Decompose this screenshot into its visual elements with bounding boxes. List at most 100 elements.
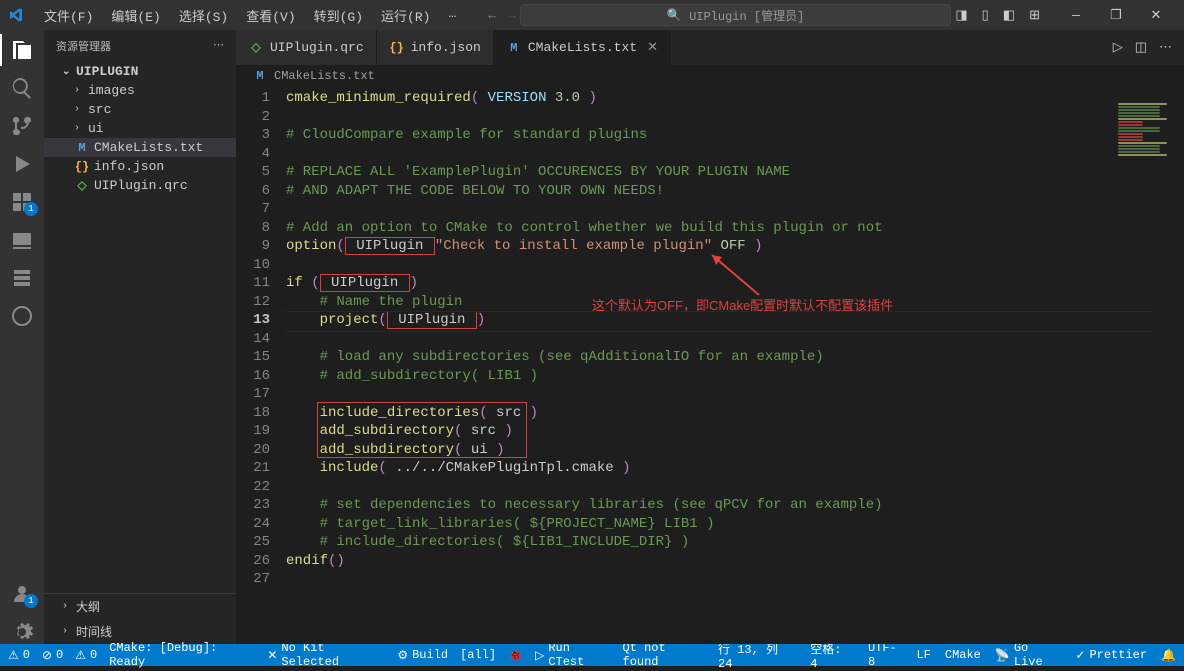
status-icon: ⚠ [75, 648, 86, 663]
status-item[interactable]: ⊘0 [42, 641, 63, 669]
run-debug-icon[interactable] [10, 152, 34, 176]
status-icon: ✓ [1075, 648, 1085, 663]
minimap[interactable] [1114, 102, 1184, 202]
menu-item[interactable]: 转到(G) [306, 4, 371, 27]
code-editor[interactable]: 1234567891011121314151617181920212223242… [236, 87, 1184, 644]
window-controls: — ❐ ✕ [1056, 8, 1176, 23]
code-line[interactable] [286, 145, 1184, 164]
chevron-right-icon: › [74, 123, 84, 134]
remote-icon[interactable] [10, 228, 34, 252]
code-line[interactable]: # include_directories( ${LIB1_INCLUDE_DI… [286, 533, 1184, 552]
code-line[interactable]: # CloudCompare example for standard plug… [286, 126, 1184, 145]
run-icon[interactable]: ▷ [1113, 40, 1123, 55]
code-line[interactable]: # AND ADAPT THE CODE BELOW TO YOUR OWN N… [286, 182, 1184, 201]
minimize-icon[interactable]: — [1056, 8, 1096, 23]
nav-forward-icon[interactable]: → [508, 8, 516, 23]
status-icon: 🔔 [1161, 648, 1176, 663]
code-line[interactable] [286, 478, 1184, 497]
customize-layout-icon[interactable]: ⊞ [1029, 8, 1040, 23]
breadcrumb[interactable]: M CMakeLists.txt [236, 65, 1184, 87]
extensions-icon[interactable]: 1 [10, 190, 34, 214]
code-line[interactable]: # Add an option to CMake to control whet… [286, 219, 1184, 238]
tree-item[interactable]: MCMakeLists.txt [44, 138, 236, 157]
menu-item[interactable]: 运行(R) [373, 4, 438, 27]
code-line[interactable]: # load any subdirectories (see qAddition… [286, 348, 1184, 367]
status-item[interactable]: CMake: [Debug]: Ready [109, 641, 255, 669]
code-line[interactable]: endif() [286, 552, 1184, 571]
toggle-panel-bottom-icon[interactable]: ▯ [982, 8, 989, 23]
code-line[interactable]: # set dependencies to necessary librarie… [286, 496, 1184, 515]
account-icon[interactable]: 1 [10, 582, 34, 606]
menu-item[interactable]: 查看(V) [238, 4, 303, 27]
split-editor-icon[interactable]: ◫ [1135, 40, 1147, 55]
status-item[interactable]: ✕No Kit Selected [267, 641, 385, 669]
tree-root[interactable]: ⌄ UIPLUGIN [44, 62, 236, 81]
search-icon: 🔍 [667, 8, 682, 23]
command-center[interactable]: 🔍 UIPlugin [管理员] [520, 4, 951, 26]
status-item[interactable]: 🐞 [508, 641, 523, 669]
status-item[interactable]: ⚠0 [75, 641, 97, 669]
sidebar-more-icon[interactable]: ⋯ [213, 38, 224, 54]
account-badge: 1 [24, 594, 38, 608]
tab-actions: ▷ ◫ ⋯ [1101, 30, 1184, 65]
cmake-file-icon: M [506, 41, 522, 55]
tab[interactable]: ◇UIPlugin.qrc [236, 30, 377, 65]
status-icon: 🐞 [508, 648, 523, 663]
tree-item[interactable]: {}info.json [44, 157, 236, 176]
status-item[interactable]: [all] [460, 641, 496, 669]
code-line[interactable]: include( ../../CMakePluginTpl.cmake ) [286, 459, 1184, 478]
code-line[interactable] [286, 330, 1184, 349]
tree-item[interactable]: › ui [44, 119, 236, 138]
status-item[interactable]: ⚙Build [397, 641, 448, 669]
close-icon[interactable]: ✕ [1136, 8, 1176, 23]
tree-item[interactable]: ◇UIPlugin.qrc [44, 176, 236, 195]
tab[interactable]: {}info.json [377, 30, 494, 65]
nav-back-icon[interactable]: ← [488, 8, 496, 23]
json-file-icon: {} [389, 41, 405, 55]
code-content[interactable]: 这个默认为OFF，即CMake配置时默认不配置该插件 cmake_minimum… [286, 87, 1184, 644]
qrc-file-icon: ◇ [248, 40, 264, 55]
database-icon[interactable] [10, 266, 34, 290]
menu-item[interactable]: … [440, 4, 464, 27]
explorer-icon[interactable] [10, 38, 34, 62]
menu-item[interactable]: 编辑(E) [103, 4, 168, 27]
sidebar-section[interactable]: ›大纲 [44, 594, 236, 619]
tab[interactable]: M CMakeLists.txt ✕ [494, 30, 671, 65]
status-icon: ⊘ [42, 648, 52, 663]
settings-gear-icon[interactable] [10, 620, 34, 644]
source-control-icon[interactable] [10, 114, 34, 138]
toggle-panel-right-icon[interactable]: ◧ [1003, 8, 1015, 23]
sidebar: 资源管理器 ⋯ ⌄ UIPLUGIN ›images›src›uiMCMakeL… [44, 30, 236, 644]
maximize-icon[interactable]: ❐ [1096, 8, 1136, 23]
code-line[interactable] [286, 108, 1184, 127]
status-item[interactable]: ⚠0 [8, 641, 30, 669]
menu-item[interactable]: 选择(S) [171, 4, 236, 27]
status-item[interactable]: Qt not found [623, 641, 707, 669]
tree-item-label: CMakeLists.txt [94, 140, 203, 155]
code-line[interactable]: # target_link_libraries( ${PROJECT_NAME}… [286, 515, 1184, 534]
chevron-down-icon: ⌄ [62, 66, 72, 78]
tree-item-label: ui [88, 121, 104, 136]
tree-item[interactable]: ›images [44, 81, 236, 100]
code-line[interactable]: cmake_minimum_required( VERSION 3.0 ) [286, 89, 1184, 108]
code-line[interactable]: # add_subdirectory( LIB1 ) [286, 367, 1184, 386]
titlebar: 文件(F)编辑(E)选择(S)查看(V)转到(G)运行(R)… ← → 🔍 UI… [0, 0, 1184, 30]
tree-item[interactable]: ›src [44, 100, 236, 119]
edge-icon[interactable] [10, 304, 34, 328]
close-tab-icon[interactable]: ✕ [647, 40, 658, 55]
tab-label: CMakeLists.txt [528, 40, 637, 55]
code-line[interactable] [286, 570, 1184, 589]
status-icon: ⚠ [8, 648, 19, 663]
tree-item-label: info.json [94, 159, 164, 174]
code-line[interactable] [286, 200, 1184, 219]
search-icon[interactable] [10, 76, 34, 100]
toggle-panel-left-icon[interactable]: ◨ [955, 8, 967, 23]
breadcrumb-file: CMakeLists.txt [274, 69, 375, 83]
status-icon: 📡 [995, 648, 1010, 663]
qrc-file-icon: ◇ [74, 178, 90, 193]
code-line[interactable]: # REPLACE ALL 'ExamplePlugin' OCCURENCES… [286, 163, 1184, 182]
menu-item[interactable]: 文件(F) [36, 4, 101, 27]
status-item[interactable]: ▷Run CTest [535, 641, 610, 669]
more-icon[interactable]: ⋯ [1159, 40, 1172, 55]
code-line[interactable]: project( UIPlugin ) [286, 311, 1184, 330]
